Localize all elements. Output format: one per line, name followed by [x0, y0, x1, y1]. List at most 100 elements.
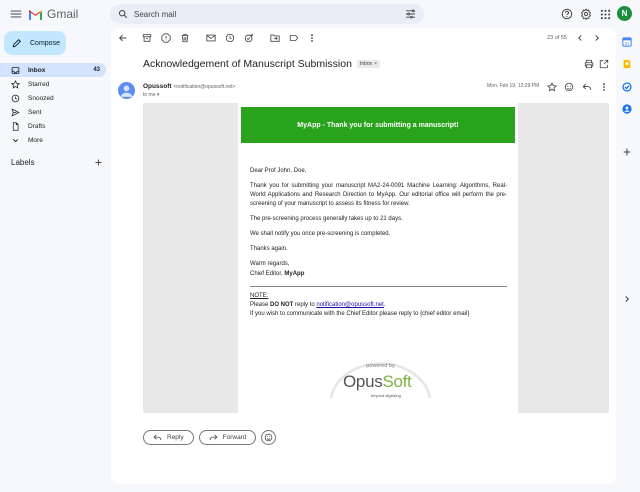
- labels-section-header: Labels: [11, 158, 103, 167]
- settings-gear-icon[interactable]: [580, 8, 592, 20]
- labels-heading: Labels: [11, 158, 35, 167]
- paragraph: Thank you for submitting your manuscript…: [250, 183, 507, 208]
- pencil-icon: [12, 38, 22, 48]
- sidebar-item-inbox[interactable]: Inbox 43: [0, 63, 106, 77]
- sidebar-item-label: Drafts: [28, 122, 46, 130]
- gmail-logo[interactable]: Gmail: [28, 7, 78, 21]
- reply-button[interactable]: Reply: [143, 430, 194, 445]
- add-to-tasks-icon[interactable]: [244, 33, 254, 43]
- delete-trash-icon[interactable]: [180, 33, 190, 43]
- caret-down-icon: ▾: [156, 92, 160, 98]
- account-avatar[interactable]: N: [617, 6, 632, 21]
- forward-icon: [209, 433, 218, 442]
- newer-chevron-left-icon[interactable]: [575, 33, 585, 43]
- expand-side-panel-chevron-icon[interactable]: [622, 294, 632, 304]
- star-message-icon[interactable]: [547, 82, 557, 92]
- sign-off: Warm regards, Chief Editor, MyApp: [250, 261, 305, 277]
- chevron-down-icon: [11, 136, 20, 145]
- note-heading: NOTE:: [250, 292, 269, 299]
- inbox-icon: [11, 66, 20, 75]
- tasks-icon[interactable]: [622, 82, 632, 92]
- emoji-icon: [264, 433, 273, 442]
- snooze-clock-icon[interactable]: [225, 33, 235, 43]
- sidebar-item-label: Snoozed: [28, 94, 54, 102]
- sidebar-nav: Inbox 43 Starred Snoozed Sent Drafts Mor…: [0, 63, 106, 147]
- note-line-2: If you wish to communicate with the Chie…: [250, 311, 470, 318]
- sidebar-item-sent[interactable]: Sent: [0, 105, 106, 119]
- reply-actions: Reply Forward: [143, 430, 277, 445]
- mark-unread-icon[interactable]: [206, 33, 216, 43]
- notification-email-link[interactable]: notification@opussoft.net: [316, 302, 383, 308]
- top-bar: Gmail N: [0, 0, 640, 28]
- opussoft-logo: powered by OpusSoft beyond digitizing: [323, 358, 438, 406]
- compose-label: Compose: [30, 39, 60, 47]
- report-spam-icon[interactable]: [161, 33, 171, 43]
- sidebar-item-starred[interactable]: Starred: [0, 77, 106, 91]
- label-tag-icon[interactable]: [289, 33, 299, 43]
- svg-text:31: 31: [625, 41, 630, 46]
- app-name: Gmail: [47, 7, 79, 21]
- get-addons-plus-icon[interactable]: [622, 147, 632, 157]
- email-body-background: MyApp - Thank you for submitting a manus…: [143, 103, 609, 413]
- back-arrow-icon[interactable]: [118, 33, 128, 43]
- recipient-details-toggle[interactable]: to me ▾: [143, 92, 159, 98]
- archive-icon[interactable]: [142, 33, 152, 43]
- paragraph: Thanks again.: [250, 246, 288, 253]
- keep-icon[interactable]: [622, 59, 632, 69]
- sender-avatar[interactable]: [118, 82, 135, 99]
- sidebar-item-snoozed[interactable]: Snoozed: [0, 91, 106, 105]
- help-icon[interactable]: [561, 8, 573, 20]
- search-icon[interactable]: [118, 9, 128, 19]
- reply-icon: [153, 433, 162, 442]
- forward-button[interactable]: Forward: [198, 430, 257, 445]
- inbox-unread-count: 43: [93, 67, 100, 73]
- email-content-card: MyApp - Thank you for submitting a manus…: [238, 103, 518, 413]
- sidebar-item-drafts[interactable]: Drafts: [0, 119, 106, 133]
- gmail-m-icon: [28, 9, 43, 20]
- message-pager-count: 23 of 55: [547, 35, 567, 41]
- email-header-banner: MyApp - Thank you for submitting a manus…: [241, 107, 515, 143]
- sender-address: <notification@opussoft.net>: [173, 84, 236, 90]
- search-bar[interactable]: [110, 4, 424, 24]
- add-reaction-emoji-icon[interactable]: [564, 82, 574, 92]
- more-options-vertical-icon[interactable]: [307, 33, 317, 43]
- apps-grid-icon[interactable]: [599, 8, 611, 20]
- remove-label-close-icon[interactable]: ×: [374, 61, 377, 67]
- add-label-plus-icon[interactable]: [94, 158, 103, 167]
- paragraph: The pre-screening process generally take…: [250, 216, 403, 223]
- search-input[interactable]: [134, 9, 405, 19]
- message-toolbar: 23 of 55: [111, 28, 616, 48]
- print-icon[interactable]: [584, 59, 594, 69]
- draft-icon: [11, 121, 20, 131]
- inbox-label-chip[interactable]: Inbox ×: [356, 60, 381, 68]
- paragraph: We shall notify you once pre-screening i…: [250, 231, 391, 238]
- emoji-reaction-button[interactable]: [261, 430, 277, 445]
- sender-name[interactable]: Opussoft: [143, 83, 172, 90]
- contacts-icon[interactable]: [622, 104, 632, 114]
- compose-button[interactable]: Compose: [4, 31, 66, 55]
- sidebar-item-label: Sent: [28, 108, 42, 116]
- star-icon: [11, 79, 20, 89]
- sidebar-item-label: Inbox: [28, 66, 46, 74]
- note-block: NOTE: Please DO NOT reply to notificatio…: [250, 292, 470, 318]
- clock-icon: [11, 94, 20, 103]
- move-to-folder-icon[interactable]: [270, 33, 280, 43]
- reply-arrow-icon[interactable]: [582, 82, 592, 92]
- sender-info: Opussoft <notification@opussoft.net>: [143, 83, 235, 90]
- message-more-options-icon[interactable]: [599, 82, 609, 92]
- calendar-icon[interactable]: 31: [622, 37, 632, 47]
- sidebar-item-label: More: [28, 136, 43, 144]
- main-menu-icon[interactable]: [9, 7, 23, 21]
- brand-tagline: beyond digitizing: [371, 393, 401, 398]
- search-options-icon[interactable]: [405, 9, 416, 19]
- email-text: Dear Prof John, Doe, Thank you for submi…: [250, 167, 507, 319]
- open-in-new-window-icon[interactable]: [599, 59, 609, 69]
- older-chevron-right-icon[interactable]: [592, 33, 602, 43]
- sidebar-item-label: Starred: [28, 80, 50, 88]
- greeting: Dear Prof John, Doe,: [250, 168, 307, 174]
- subject-text: Acknowledgement of Manuscript Submission: [143, 58, 352, 70]
- message-date: Mon, Feb 19, 12:29 PM: [487, 83, 540, 89]
- message-panel: 23 of 55 Acknowledgement of Manuscript S…: [111, 28, 616, 484]
- send-icon: [11, 107, 20, 117]
- sidebar-item-more[interactable]: More: [0, 133, 106, 147]
